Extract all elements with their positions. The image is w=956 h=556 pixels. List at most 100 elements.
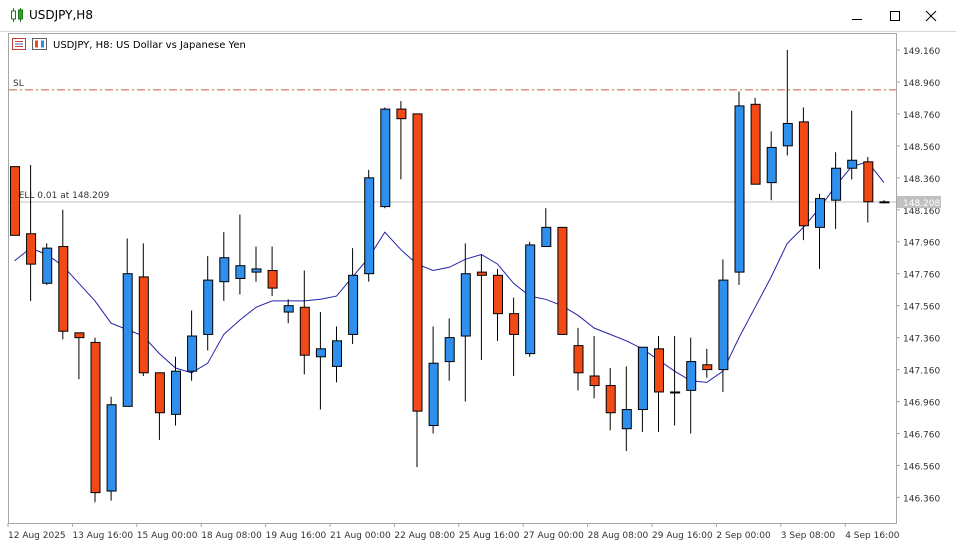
chart-symbol-label: USDJPY, H8: US Dollar vs Japanese Yen — [53, 40, 246, 51]
y-tick-label: 146.760 — [903, 431, 940, 441]
candle-body — [58, 246, 69, 332]
x-tick-label: 29 Aug 16:00 — [652, 531, 713, 541]
candle — [315, 312, 326, 410]
minimize-button[interactable] — [840, 0, 874, 31]
candle — [718, 259, 729, 392]
y-tick-label: 146.560 — [903, 462, 940, 472]
candle — [58, 209, 69, 340]
candle-body — [734, 105, 745, 273]
candle-body — [171, 370, 181, 415]
window-titlebar: USDJPY,H8 — [0, 0, 956, 32]
close-button[interactable] — [914, 0, 948, 31]
x-tick-label: 12 Aug 2025 — [8, 531, 66, 541]
candle-body — [283, 305, 294, 313]
candle — [203, 256, 214, 351]
candle-body — [460, 273, 471, 337]
candle-body — [879, 201, 890, 204]
candle-body — [509, 313, 520, 335]
candle — [219, 232, 230, 301]
y-tick-label: 146.960 — [903, 399, 940, 409]
y-tick-label: 146.360 — [903, 494, 940, 504]
current-price-label: 148.208 — [903, 199, 940, 209]
candle — [171, 356, 181, 426]
candle-body — [187, 335, 198, 372]
maximize-icon — [890, 10, 900, 21]
close-icon — [925, 10, 937, 21]
x-tick-label: 18 Aug 08:00 — [201, 531, 262, 541]
candle-body — [621, 409, 632, 430]
candle-body — [525, 244, 536, 355]
y-tick-label: 148.960 — [903, 79, 940, 89]
candle — [90, 337, 101, 503]
candle-body — [605, 385, 616, 414]
candlestick-chart-icon — [10, 7, 24, 27]
x-tick-label: 25 Aug 16:00 — [459, 531, 520, 541]
candle-body — [26, 233, 37, 265]
y-tick-label: 147.760 — [903, 271, 940, 281]
position-label: SELL 0.01 at 148.209 — [13, 191, 110, 201]
x-tick-label: 15 Aug 00:00 — [137, 531, 198, 541]
y-tick-label: 148.360 — [903, 175, 940, 185]
candle — [267, 246, 278, 297]
candle-body — [750, 103, 761, 185]
trade-icon[interactable] — [32, 38, 47, 50]
price-chart[interactable]: USDJPY, H8: US Dollar vs Japanese Yen SL… — [0, 32, 956, 552]
candle — [605, 367, 616, 431]
candle — [589, 336, 600, 399]
y-tick-label: 147.160 — [903, 367, 940, 377]
maximize-button[interactable] — [878, 0, 912, 31]
candle — [750, 97, 761, 185]
y-tick-label: 148.760 — [903, 111, 940, 121]
candle — [74, 332, 85, 380]
candle-body — [863, 161, 874, 203]
candle — [299, 270, 310, 375]
candle — [42, 243, 53, 285]
candle-body — [702, 364, 713, 371]
y-tick-label: 149.160 — [903, 47, 940, 57]
candle-body — [299, 306, 310, 356]
candle-body — [573, 345, 584, 374]
candle — [573, 328, 584, 391]
candle-body — [138, 276, 149, 374]
candle — [476, 254, 487, 360]
y-tick-label: 147.360 — [903, 335, 940, 345]
candle — [557, 226, 568, 335]
candle-body — [831, 167, 842, 201]
window-title: USDJPY,H8 — [29, 8, 93, 22]
candle-body — [798, 121, 809, 227]
candle — [525, 241, 536, 357]
candle — [10, 166, 20, 236]
candle-body — [444, 337, 455, 363]
candle — [637, 346, 648, 432]
candle — [815, 193, 825, 269]
candle-body — [219, 257, 230, 283]
candle — [493, 268, 503, 341]
candle-body — [493, 274, 503, 315]
candle-body — [782, 122, 793, 147]
x-tick-label: 2 Sep 00:00 — [716, 531, 771, 541]
candle — [509, 297, 520, 376]
candle — [106, 396, 117, 501]
chart-window[interactable]: USDJPY, H8: US Dollar vs Japanese Yen SL… — [0, 31, 956, 552]
candle — [734, 91, 745, 285]
candle-body — [364, 177, 375, 275]
candle — [187, 310, 198, 381]
candle — [831, 152, 842, 229]
candle — [138, 243, 149, 376]
x-tick-label: 13 Aug 16:00 — [72, 531, 133, 541]
candle-body — [670, 391, 681, 394]
candle — [460, 243, 471, 402]
candle-body — [203, 279, 214, 335]
list-icon[interactable] — [12, 38, 26, 50]
candle-body — [428, 362, 439, 427]
candle — [670, 336, 681, 426]
candle — [348, 248, 359, 345]
candle — [879, 200, 890, 204]
candle — [782, 49, 793, 156]
candle — [541, 208, 552, 248]
candle-body — [637, 346, 648, 411]
candle — [154, 372, 165, 440]
x-tick-label: 4 Sep 16:00 — [845, 531, 900, 541]
candle — [444, 318, 455, 381]
candle-body — [396, 108, 407, 120]
